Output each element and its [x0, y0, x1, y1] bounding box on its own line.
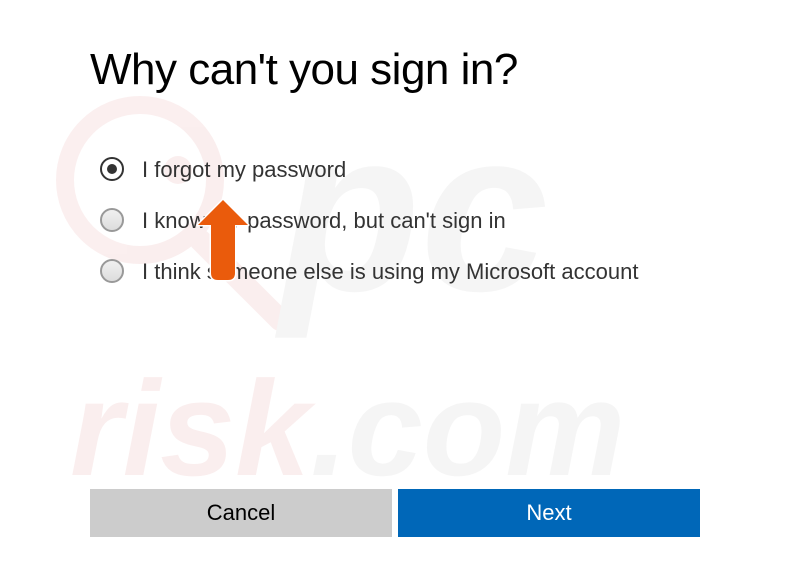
- radio-icon: [100, 259, 124, 283]
- dialog-buttons: Cancel Next: [90, 489, 700, 537]
- option-know-password[interactable]: I know my password, but can't sign in: [100, 206, 700, 237]
- cancel-button[interactable]: Cancel: [90, 489, 392, 537]
- option-forgot-password[interactable]: I forgot my password: [100, 155, 700, 186]
- page-title: Why can't you sign in?: [90, 45, 700, 95]
- signin-reason-options: I forgot my password I know my password,…: [90, 155, 700, 287]
- option-label: I forgot my password: [142, 155, 346, 186]
- radio-icon: [100, 157, 124, 181]
- option-label: I know my password, but can't sign in: [142, 206, 506, 237]
- radio-icon: [100, 208, 124, 232]
- option-label: I think someone else is using my Microso…: [142, 257, 638, 288]
- next-button[interactable]: Next: [398, 489, 700, 537]
- svg-text:risk.com: risk.com: [70, 353, 625, 504]
- option-someone-else[interactable]: I think someone else is using my Microso…: [100, 257, 700, 288]
